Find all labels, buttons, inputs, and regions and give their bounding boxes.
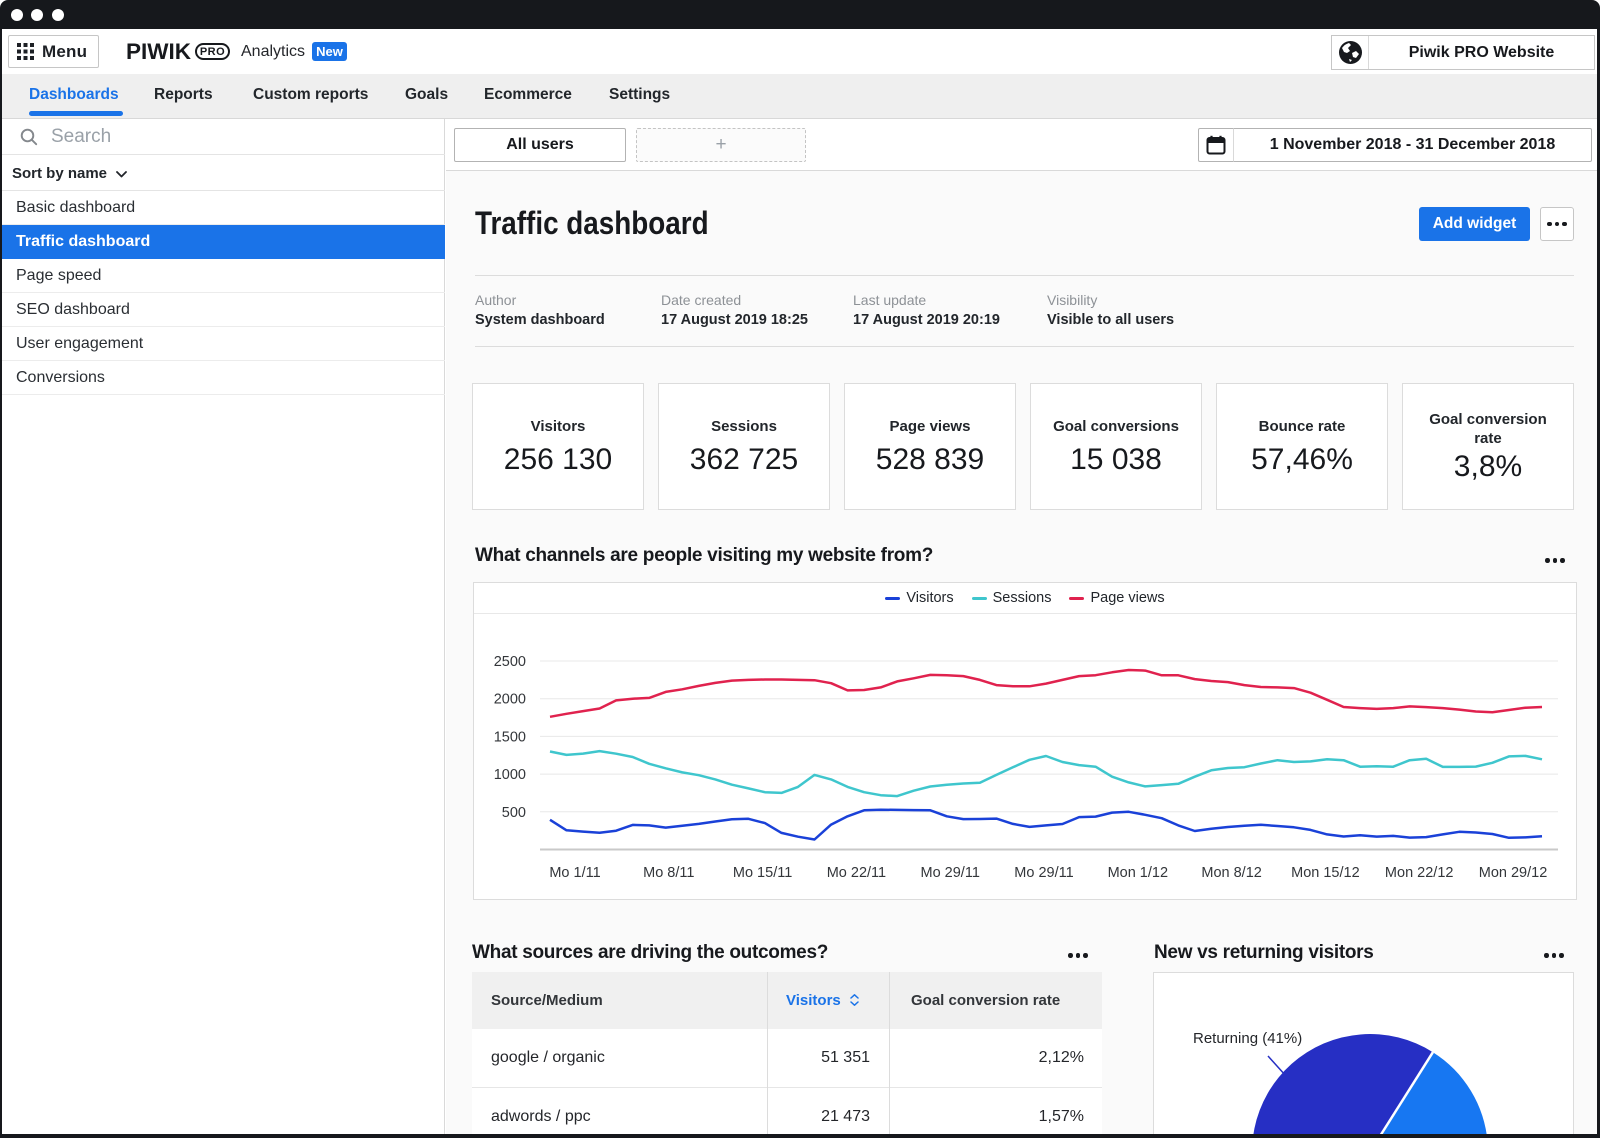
- svg-text:2000: 2000: [494, 692, 526, 708]
- svg-text:Mon 22/12: Mon 22/12: [1385, 865, 1454, 881]
- svg-text:Mo 22/11: Mo 22/11: [827, 865, 886, 881]
- svg-text:Mon 1/12: Mon 1/12: [1108, 865, 1168, 881]
- svg-text:1000: 1000: [494, 767, 526, 783]
- svg-text:Mo 29/11: Mo 29/11: [1014, 865, 1073, 881]
- svg-text:Mo 29/11: Mo 29/11: [921, 865, 980, 881]
- svg-text:Returning (41%): Returning (41%): [1193, 1030, 1302, 1047]
- svg-text:Mon 15/12: Mon 15/12: [1291, 865, 1360, 881]
- svg-text:2500: 2500: [494, 654, 526, 670]
- svg-text:Mon 29/12: Mon 29/12: [1479, 865, 1548, 881]
- svg-text:Mo 15/11: Mo 15/11: [733, 865, 792, 881]
- svg-text:Mo 1/11: Mo 1/11: [549, 865, 600, 881]
- svg-text:Mon 8/12: Mon 8/12: [1201, 865, 1261, 881]
- svg-text:1500: 1500: [494, 729, 526, 745]
- svg-text:Mo 8/11: Mo 8/11: [643, 865, 694, 881]
- svg-text:500: 500: [502, 805, 526, 821]
